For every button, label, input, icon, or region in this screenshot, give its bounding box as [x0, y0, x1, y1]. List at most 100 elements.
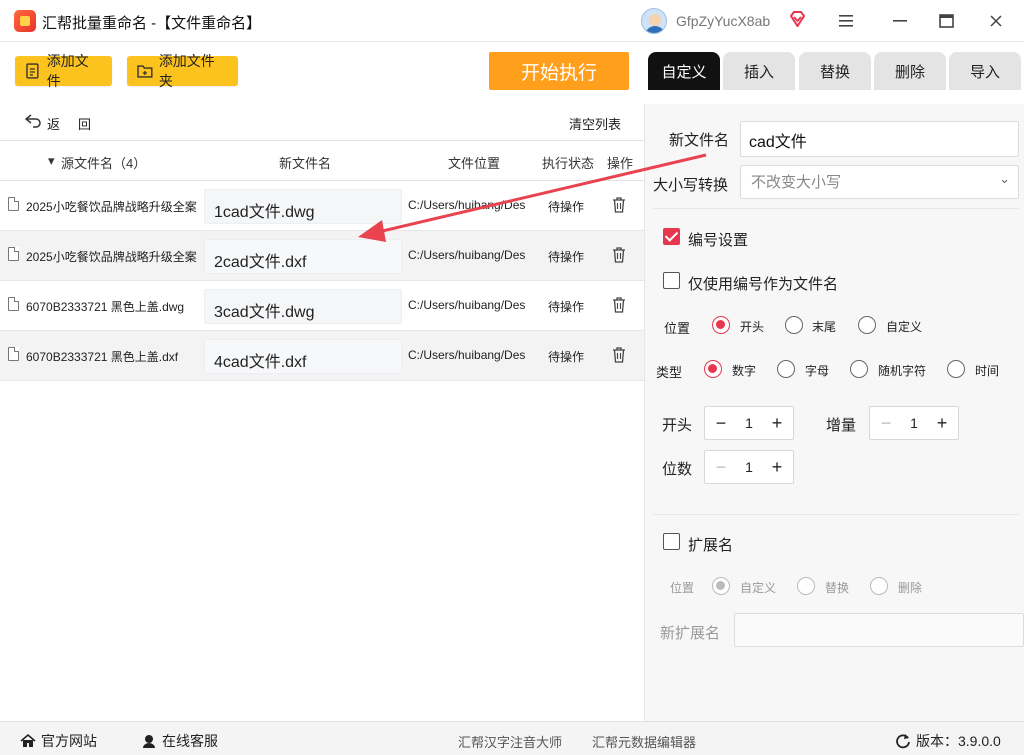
- divider: [653, 208, 1019, 209]
- metadata-app-link[interactable]: 汇帮元数据编辑器: [592, 732, 696, 751]
- tab-custom[interactable]: 自定义: [648, 52, 720, 90]
- table-row[interactable]: 6070B2333721 黑色上盖.dxf 4cad文件.dxf C:/User…: [0, 331, 644, 381]
- only-number-checkbox[interactable]: [663, 272, 680, 289]
- file-location: C:/Users/huibang/Des: [408, 198, 526, 212]
- table-row[interactable]: 6070B2333721 黑色上盖.dwg 3cad文件.dwg C:/User…: [0, 281, 644, 331]
- refresh-icon: [896, 734, 910, 749]
- trash-icon[interactable]: [612, 197, 626, 213]
- tab-replace[interactable]: 替换: [799, 52, 871, 90]
- vip-diamond-icon[interactable]: [789, 11, 806, 27]
- increment-label: 增量: [826, 417, 857, 434]
- hamburger-menu-icon[interactable]: [832, 8, 860, 34]
- chevron-down-icon: ⌄: [999, 171, 1010, 186]
- pinyin-app-link[interactable]: 汇帮汉字注音大师: [458, 732, 562, 751]
- type-letter-label: 字母: [805, 364, 830, 378]
- ext-replace-label: 替换: [825, 581, 850, 595]
- add-folder-icon: [137, 65, 153, 78]
- avatar[interactable]: [641, 8, 667, 34]
- trash-icon[interactable]: [612, 247, 626, 263]
- start-button[interactable]: 开始执行: [489, 52, 629, 90]
- back-button[interactable]: 返回: [47, 114, 109, 133]
- position-end-radio[interactable]: [785, 316, 803, 334]
- increment-button[interactable]: +: [769, 413, 785, 434]
- increment-button[interactable]: +: [934, 413, 950, 434]
- official-website-link[interactable]: 官方网站: [20, 731, 97, 751]
- type-number-radio[interactable]: [704, 360, 722, 378]
- position-start-label: 开头: [740, 320, 765, 334]
- case-convert-select[interactable]: 不改变大小写 ⌄: [740, 165, 1019, 199]
- start-label: 开头: [662, 417, 693, 434]
- position-start-radio[interactable]: [712, 316, 730, 334]
- tab-insert[interactable]: 插入: [723, 52, 795, 90]
- position-custom-radio[interactable]: [858, 316, 876, 334]
- type-letter-radio[interactable]: [777, 360, 795, 378]
- online-support-link[interactable]: 在线客服: [141, 731, 218, 751]
- position-end-label: 末尾: [812, 320, 837, 334]
- version-label: 版本：3.9.0.0: [916, 733, 1001, 749]
- table-row[interactable]: 2025小吃餐饮品牌战略升级全案 1cad文件.dwg C:/Users/hui…: [0, 181, 644, 231]
- new-filename-field[interactable]: 2cad文件.dxf: [204, 239, 402, 274]
- decrement-button[interactable]: −: [878, 413, 894, 434]
- clear-list-button[interactable]: 清空列表: [569, 114, 621, 133]
- minimize-icon[interactable]: [886, 8, 914, 34]
- digits-label: 位数: [662, 461, 693, 478]
- maximize-icon[interactable]: [932, 8, 960, 34]
- type-label: 类型: [656, 365, 683, 380]
- tab-delete[interactable]: 删除: [874, 52, 946, 90]
- column-location: 文件位置: [448, 156, 501, 171]
- trash-icon[interactable]: [612, 347, 626, 363]
- column-action: 操作: [607, 156, 634, 171]
- increment-button[interactable]: +: [769, 457, 785, 478]
- add-folder-button[interactable]: 添加文件夹: [127, 53, 238, 89]
- type-random-radio[interactable]: [850, 360, 868, 378]
- case-convert-value: 不改变大小写: [751, 174, 842, 191]
- extension-checkbox[interactable]: [663, 533, 680, 550]
- column-status: 执行状态: [542, 156, 595, 171]
- start-stepper[interactable]: − 1 +: [704, 406, 794, 440]
- close-icon[interactable]: [982, 8, 1010, 34]
- sort-desc-icon[interactable]: ▾: [48, 153, 55, 169]
- new-filename-field[interactable]: 1cad文件.dwg: [204, 189, 402, 224]
- trash-icon[interactable]: [612, 297, 626, 313]
- add-file-icon: [26, 63, 39, 79]
- file-icon: [8, 347, 19, 361]
- back-arrow-icon[interactable]: [25, 114, 41, 128]
- status-text: 待操作: [548, 250, 585, 264]
- new-ext-input[interactable]: [734, 613, 1024, 647]
- ext-custom-radio[interactable]: [712, 577, 730, 595]
- source-filename: 6070B2333721 黑色上盖.dxf: [26, 350, 179, 364]
- new-name-label: 新文件名: [669, 132, 730, 149]
- decrement-button[interactable]: −: [713, 457, 729, 478]
- settings-panel: 新文件名 cad文件 大小写转换 不改变大小写 ⌄ 编号设置 仅使用编号作为文件…: [645, 104, 1024, 721]
- divider: [653, 514, 1019, 515]
- new-name-input[interactable]: cad文件: [740, 121, 1019, 157]
- increment-value: 1: [910, 415, 918, 431]
- ext-replace-radio[interactable]: [797, 577, 815, 595]
- table-row[interactable]: 2025小吃餐饮品牌战略升级全案 2cad文件.dxf C:/Users/hui…: [0, 231, 644, 281]
- new-filename-field[interactable]: 4cad文件.dxf: [204, 339, 402, 374]
- ext-delete-radio[interactable]: [870, 577, 888, 595]
- new-filename-field[interactable]: 3cad文件.dwg: [204, 289, 402, 324]
- list-subbar: 返回 清空列表: [0, 104, 640, 140]
- tab-import[interactable]: 导入: [949, 52, 1021, 90]
- digits-stepper[interactable]: − 1 +: [704, 450, 794, 484]
- column-source-name[interactable]: 源文件名（4）: [61, 153, 146, 172]
- ext-custom-label: 自定义: [740, 581, 777, 595]
- increment-stepper[interactable]: − 1 +: [869, 406, 959, 440]
- source-filename: 6070B2333721 黑色上盖.dwg: [26, 300, 185, 314]
- type-time-radio[interactable]: [947, 360, 965, 378]
- version-info[interactable]: 版本：3.9.0.0: [895, 731, 1001, 751]
- type-random-label: 随机字符: [878, 364, 927, 378]
- numbering-label: 编号设置: [688, 232, 749, 249]
- add-file-button[interactable]: 添加文件: [15, 53, 112, 89]
- file-list-header: ▾ 源文件名（4） 新文件名 文件位置 执行状态 操作: [0, 140, 644, 181]
- ext-position-label: 位置: [670, 581, 695, 595]
- title-bar: 汇帮批量重命名 -【文件重命名】 GfpZyYucX8ab: [0, 0, 1024, 42]
- status-bar: 官方网站 在线客服 汇帮汉字注音大师 汇帮元数据编辑器 版本：3.9.0.0: [0, 721, 1024, 755]
- add-folder-label: 添加文件夹: [158, 53, 215, 89]
- username[interactable]: GfpZyYucX8ab: [676, 13, 770, 29]
- file-icon: [8, 247, 19, 261]
- home-icon: [20, 733, 36, 747]
- decrement-button[interactable]: −: [713, 413, 729, 434]
- numbering-checkbox[interactable]: [663, 228, 680, 245]
